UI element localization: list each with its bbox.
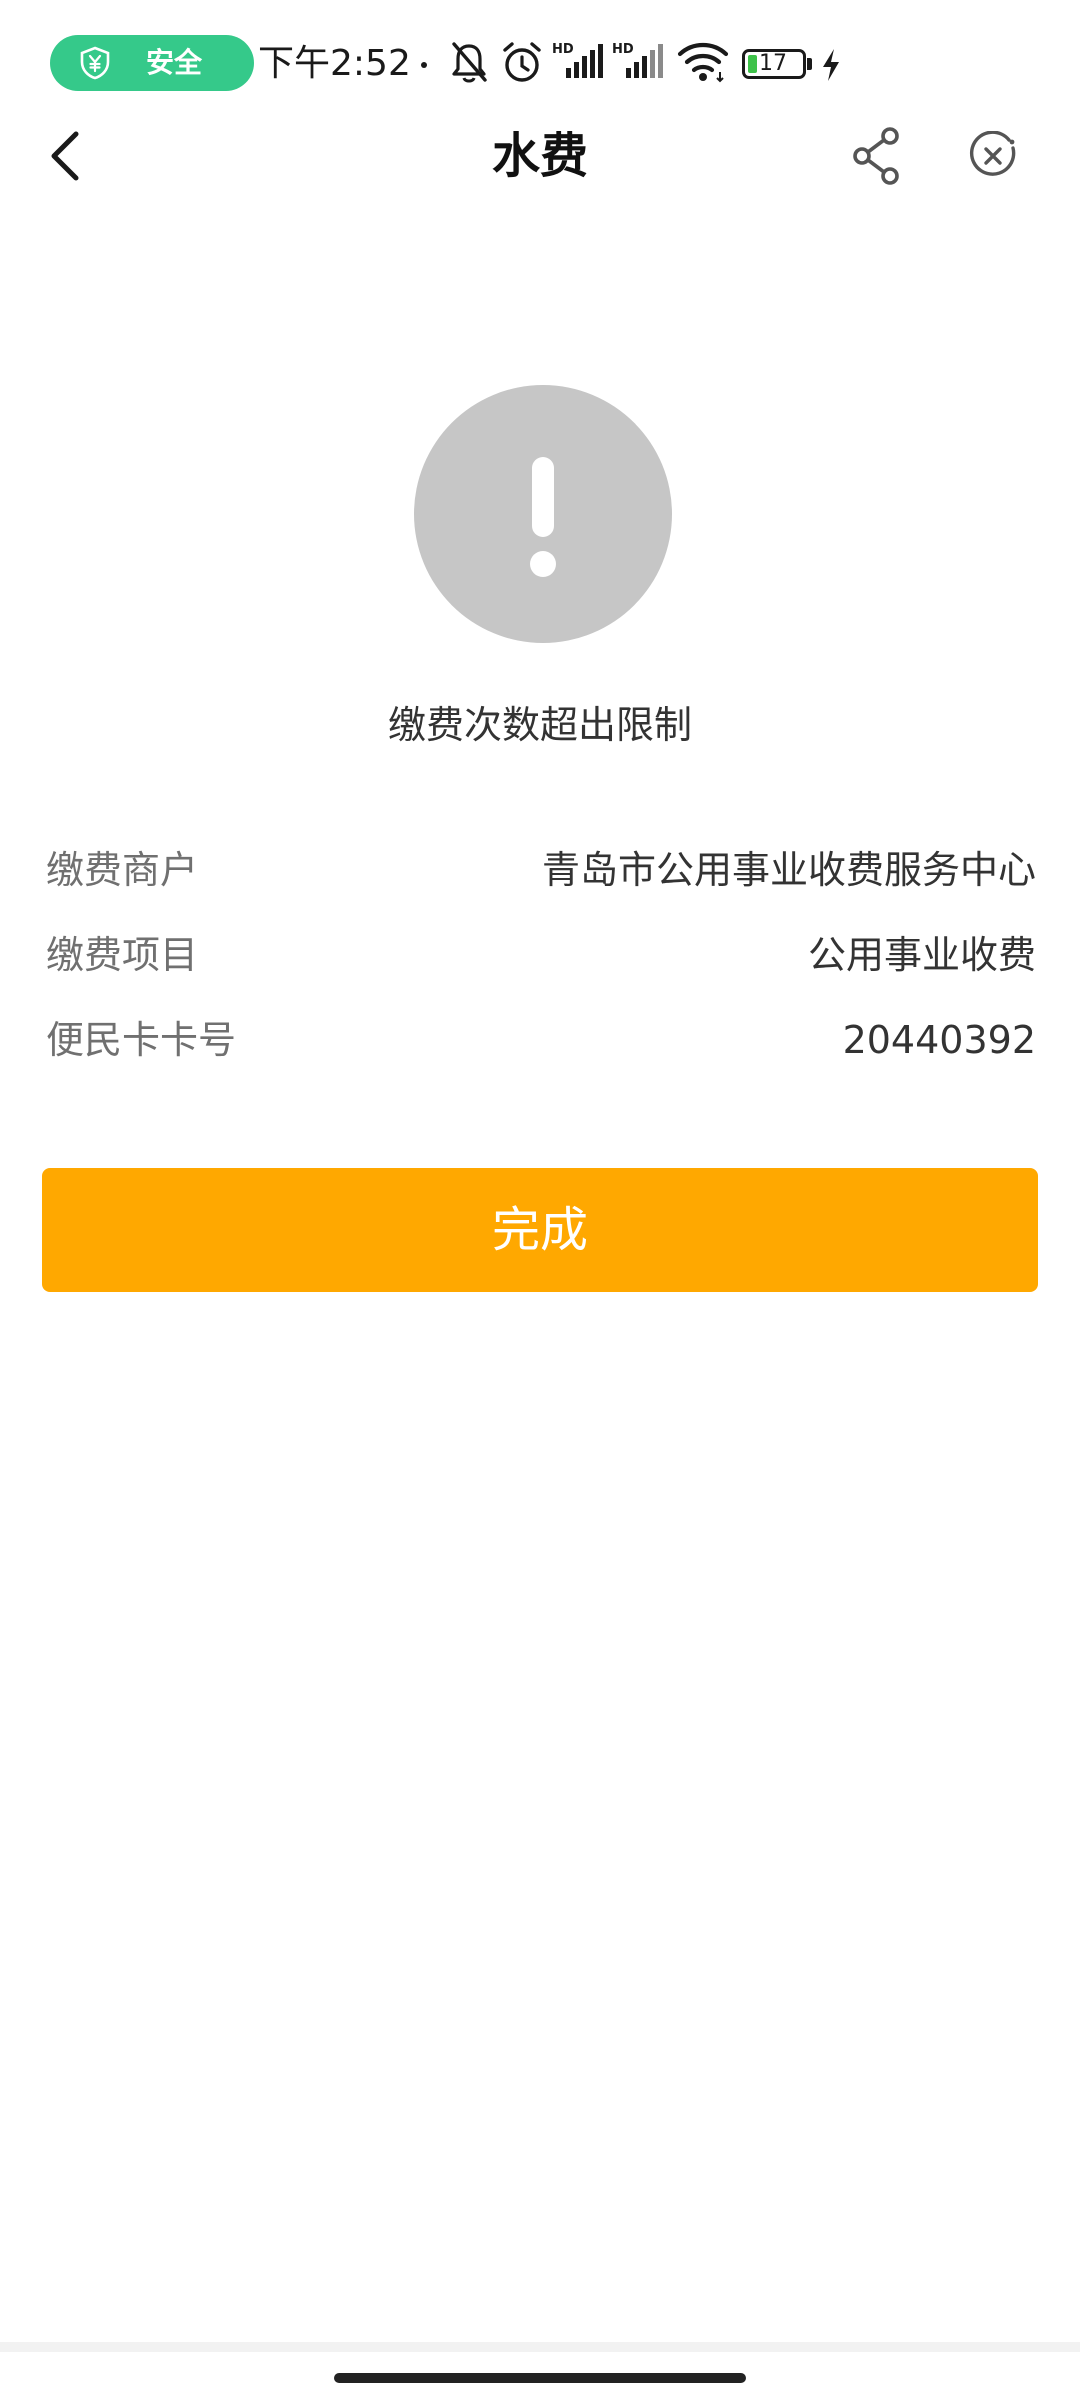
shield-yen-icon: [80, 46, 110, 80]
detail-row-card-number: 便民卡卡号 20440392: [46, 1010, 1036, 1070]
close-mini-program-icon[interactable]: [968, 131, 1018, 181]
clock: 下午2:52: [258, 43, 411, 84]
battery-tip: [807, 58, 812, 70]
detail-row-item: 缴费项目 公用事业收费: [46, 925, 1036, 985]
svg-text:HD: HD: [612, 42, 634, 57]
detail-value: 公用事业收费: [807, 933, 1036, 977]
page-title: 水费: [491, 128, 588, 184]
hd-signal-icon: HD: [552, 42, 603, 78]
charging-icon: [823, 49, 839, 81]
battery-icon: 17: [742, 49, 806, 79]
detail-label: 便民卡卡号: [46, 1018, 237, 1062]
mute-bell-icon: [452, 42, 487, 83]
bottom-bar: [0, 2342, 1080, 2400]
detail-label: 缴费项目: [46, 933, 199, 977]
detail-value: 20440392: [842, 1018, 1036, 1062]
exclamation-icon: [414, 385, 672, 643]
battery-level: 17: [759, 51, 787, 76]
done-button[interactable]: 完成: [42, 1168, 1038, 1292]
result-message: 缴费次数超出限制: [387, 703, 692, 747]
share-icon[interactable]: [848, 126, 908, 186]
wifi-icon: [677, 42, 729, 83]
security-badge[interactable]: 安全: [50, 35, 254, 91]
svg-text:HD: HD: [552, 42, 574, 57]
alarm-icon: [503, 42, 541, 82]
hd-signal-icon: HD: [612, 42, 663, 78]
notification-dot: [421, 62, 427, 68]
detail-label: 缴费商户: [46, 848, 199, 892]
detail-value: 青岛市公用事业收费服务中心: [541, 848, 1036, 892]
detail-row-merchant: 缴费商户 青岛市公用事业收费服务中心: [46, 840, 1036, 900]
home-indicator[interactable]: [334, 2373, 746, 2383]
security-label: 安全: [146, 46, 203, 79]
status-bar: 安全 下午2:52 HD HD 17: [0, 0, 1080, 130]
back-arrow-icon[interactable]: [36, 120, 96, 192]
